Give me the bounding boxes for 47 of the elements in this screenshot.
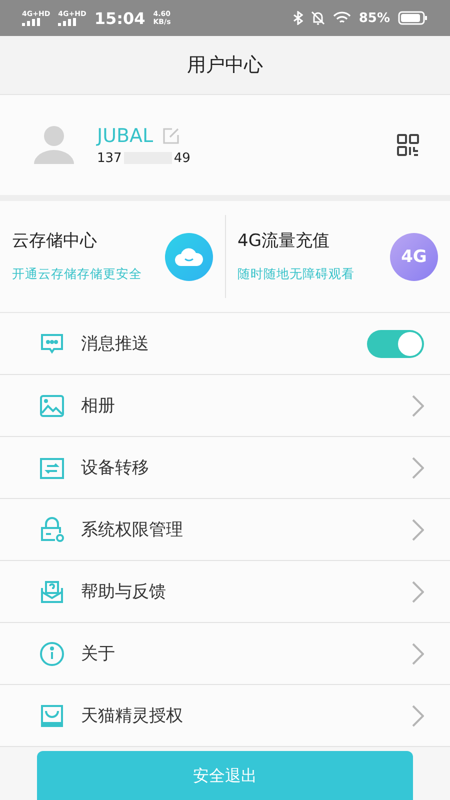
phone-number: 137 <box>97 150 122 166</box>
muted-bell-icon <box>310 11 325 25</box>
menu-item[interactable]: 帮助与反馈 <box>0 561 450 623</box>
toggle-switch[interactable] <box>367 330 424 358</box>
avatar-icon[interactable] <box>33 124 75 166</box>
battery-percent: 85% <box>358 10 390 26</box>
edit-icon[interactable] <box>162 126 180 144</box>
menu-item[interactable]: 消息推送 <box>0 313 450 375</box>
signal-icon <box>58 18 78 26</box>
menu-label: 消息推送 <box>81 333 150 355</box>
card-subtitle: 随时随地无障碍观看 <box>238 265 356 283</box>
bluetooth-icon <box>292 11 303 25</box>
chevron-right-icon <box>412 704 424 726</box>
battery-icon <box>398 11 428 25</box>
menu-label: 设备转移 <box>81 457 150 479</box>
menu-item[interactable]: 相册 <box>0 375 450 437</box>
menu-label: 天猫精灵授权 <box>81 705 184 727</box>
chevron-right-icon <box>412 394 424 416</box>
wifi-icon <box>332 11 351 25</box>
menu-label: 相册 <box>81 395 116 417</box>
page-title: 用户中心 <box>187 53 263 78</box>
help-envelope-icon <box>39 578 65 604</box>
menu-item[interactable]: 系统权限管理 <box>0 499 450 561</box>
info-icon <box>39 640 65 666</box>
chevron-right-icon <box>412 518 424 540</box>
chevron-right-icon <box>412 642 424 664</box>
menu-item[interactable]: 关于 <box>0 623 450 685</box>
menu-label: 系统权限管理 <box>81 519 184 541</box>
phone-number: 49 <box>174 150 190 166</box>
feature-card[interactable]: 4G流量充值 随时随地无障碍观看 4G <box>226 215 450 298</box>
card-title: 云存储中心 <box>12 230 98 252</box>
menu-item[interactable]: 设备转移 <box>0 437 450 499</box>
chevron-right-icon <box>412 456 424 478</box>
card-title: 4G流量充值 <box>238 230 330 252</box>
user-name: JUBAL <box>97 124 154 146</box>
card-subtitle: 开通云存储存储更安全 <box>12 265 143 283</box>
menu-label: 帮助与反馈 <box>81 581 167 603</box>
chevron-right-icon <box>412 580 424 602</box>
image-icon <box>39 392 65 418</box>
lock-gear-icon <box>39 516 65 542</box>
feature-card[interactable]: 云存储中心 开通云存储存储更安全 <box>0 215 226 298</box>
signal-icon <box>22 18 42 26</box>
clock: 15:04 <box>94 8 146 28</box>
menu-item[interactable]: 天猫精灵授权 <box>0 685 450 747</box>
qr-code-icon[interactable] <box>396 133 420 157</box>
shopping-bag-icon <box>39 702 65 728</box>
menu-label: 关于 <box>81 643 116 665</box>
